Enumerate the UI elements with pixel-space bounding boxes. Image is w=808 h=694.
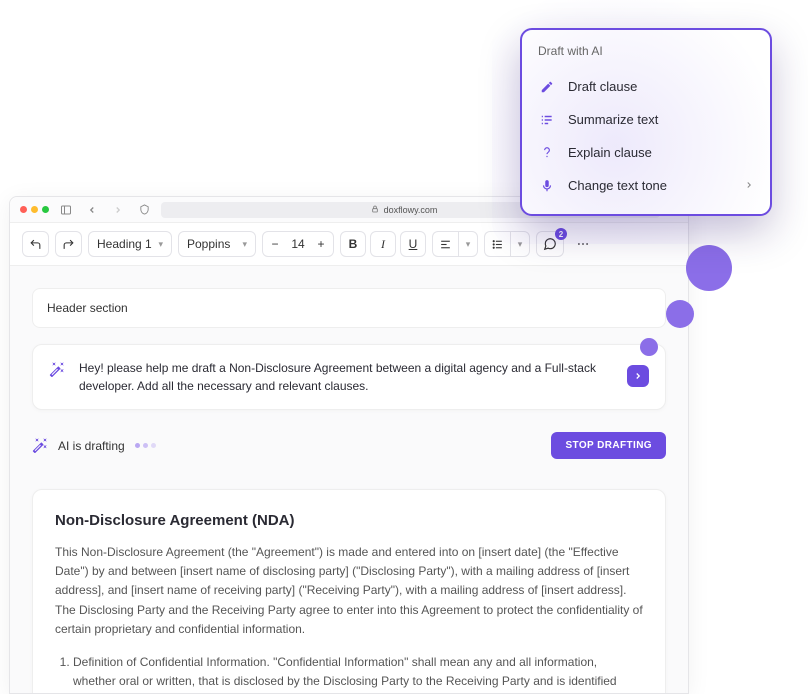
heading-label: Heading 1 — [97, 237, 152, 251]
ai-action-summarize[interactable]: Summarize text — [538, 103, 754, 136]
increase-font-button[interactable]: + — [309, 232, 333, 256]
redo-button[interactable] — [55, 231, 82, 257]
ai-item-label: Draft clause — [568, 79, 637, 94]
chevron-right-icon — [744, 179, 754, 193]
header-section-label: Header section — [47, 301, 128, 315]
sidebar-toggle-icon[interactable] — [57, 201, 75, 219]
pen-icon — [538, 80, 556, 94]
maximize-icon[interactable] — [42, 206, 49, 213]
ai-action-change-tone[interactable]: Change text tone — [538, 169, 754, 202]
drafting-status: AI is drafting — [58, 439, 125, 453]
magic-wand-icon — [32, 437, 48, 456]
loading-dots-icon — [135, 443, 156, 448]
header-section[interactable]: Header section — [32, 288, 666, 328]
bold-button[interactable]: B — [340, 231, 366, 257]
ai-action-draft-clause[interactable]: Draft clause — [538, 70, 754, 103]
ai-action-explain[interactable]: Explain clause — [538, 136, 754, 169]
question-icon — [538, 146, 556, 160]
lock-icon — [371, 205, 379, 215]
forward-button[interactable] — [109, 201, 127, 219]
magic-wand-icon — [49, 361, 65, 382]
undo-button[interactable] — [22, 231, 49, 257]
close-icon[interactable] — [20, 206, 27, 213]
align-button[interactable] — [432, 231, 458, 257]
decoration-bubble — [686, 245, 732, 291]
font-size-value[interactable]: 14 — [287, 232, 309, 256]
url-text: doxflowy.com — [384, 205, 438, 215]
summarize-icon — [538, 113, 556, 127]
italic-button[interactable]: I — [370, 231, 396, 257]
ai-item-label: Summarize text — [568, 112, 658, 127]
prompt-text[interactable]: Hey! please help me draft a Non-Disclosu… — [79, 359, 613, 395]
microphone-icon — [538, 179, 556, 193]
chevron-down-icon: ▾ — [158, 239, 163, 250]
document-intro: This Non-Disclosure Agreement (the "Agre… — [55, 543, 643, 639]
minimize-icon[interactable] — [31, 206, 38, 213]
font-size-stepper: − 14 + — [262, 231, 334, 257]
decrease-font-button[interactable]: − — [263, 232, 287, 256]
window-controls[interactable] — [20, 206, 49, 213]
align-dropdown[interactable]: ▾ — [458, 231, 478, 257]
shield-icon[interactable] — [135, 201, 153, 219]
ai-popup-title: Draft with AI — [538, 44, 754, 58]
decoration-bubble — [666, 300, 694, 328]
font-select[interactable]: Poppins ▾ — [178, 231, 256, 257]
document-body[interactable]: Non-Disclosure Agreement (NDA) This Non-… — [32, 489, 666, 693]
document-title: Non-Disclosure Agreement (NDA) — [55, 512, 643, 529]
send-prompt-button[interactable] — [627, 365, 649, 387]
stop-drafting-button[interactable]: STOP DRAFTING — [551, 432, 666, 459]
heading-select[interactable]: Heading 1 ▾ — [88, 231, 172, 257]
ai-item-label: Change text tone — [568, 178, 667, 193]
font-label: Poppins — [187, 237, 230, 251]
underline-button[interactable]: U — [400, 231, 426, 257]
chevron-down-icon: ▾ — [242, 239, 247, 250]
document-clause-1: Definition of Confidential Information. … — [73, 653, 643, 691]
decoration-bubble — [640, 338, 658, 356]
ai-prompt-card: Hey! please help me draft a Non-Disclosu… — [32, 344, 666, 410]
ai-item-label: Explain clause — [568, 145, 652, 160]
back-button[interactable] — [83, 201, 101, 219]
ai-popup: Draft with AI Draft clause Summarize tex… — [520, 28, 772, 216]
